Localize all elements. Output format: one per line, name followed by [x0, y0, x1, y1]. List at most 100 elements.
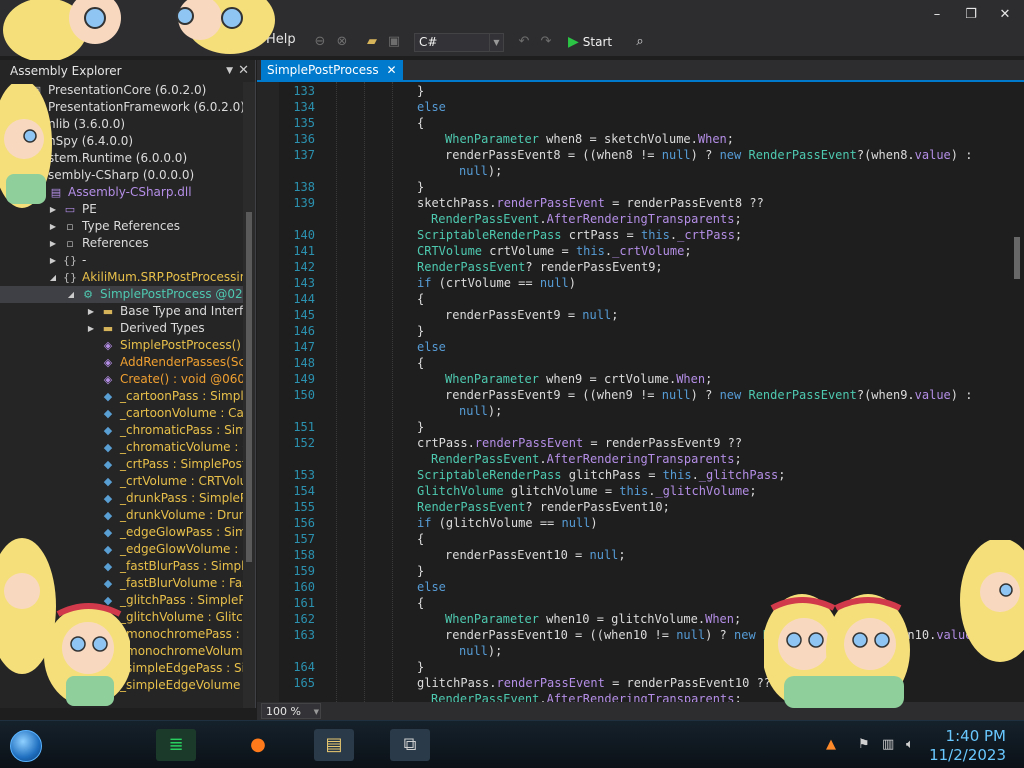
code-line[interactable]: 162 WhenParameter when10 = glitchVolume.W… [257, 611, 1017, 627]
tree-expander-icon[interactable]: ▶ [86, 320, 96, 337]
code-line[interactable]: 151} [257, 419, 1017, 435]
code-line[interactable]: 149 WhenParameter when9 = crtVolume.When; [257, 371, 1017, 387]
code-line[interactable]: 150 renderPassEvent9 = ((when9 != null) ?… [257, 387, 1017, 403]
code-line[interactable]: 147 else [257, 339, 1017, 355]
code-line[interactable]: 159} [257, 563, 1017, 579]
tree-item[interactable]: ▣ stem.Runtime (6.0.0.0) [0, 150, 244, 167]
file-explorer-icon[interactable]: ▤ [314, 729, 354, 761]
explorer-scrollbar[interactable] [243, 82, 255, 708]
tree-item[interactable]: ◆ _fastBlurPass : SimpleP [0, 558, 244, 575]
menu-help[interactable]: Help [266, 32, 296, 47]
tree-item[interactable]: ◈ AddRenderPasses(Scrip [0, 354, 244, 371]
save-icon[interactable]: ▣ [386, 34, 402, 50]
tree-expander-icon[interactable]: ▶ [48, 235, 58, 252]
notes-app-icon[interactable]: ≣ [156, 729, 196, 761]
code-line[interactable]: 135 { [257, 115, 1017, 131]
pin-dropdown-icon[interactable]: ▼ [226, 60, 233, 82]
code-line[interactable]: 137 renderPassEvent8 = ((when8 != null) ?… [257, 147, 1017, 163]
code-line[interactable]: 143 if (crtVolume == null) [257, 275, 1017, 291]
tree-item[interactable]: ▶ ▫ References [0, 235, 244, 252]
tree-item[interactable]: ◆ _monochromeVolume [0, 643, 244, 660]
tree-item[interactable]: ▣ nSpy (6.4.0.0) [0, 133, 244, 150]
network-icon[interactable]: ▥ [882, 737, 894, 752]
code-line[interactable]: 133} [257, 83, 1017, 99]
code-line[interactable]: 164} [257, 659, 1017, 675]
code-line[interactable]: 161 { [257, 595, 1017, 611]
tab-close-icon[interactable]: ✕ [387, 60, 397, 80]
firefox-icon[interactable]: ● [238, 729, 278, 761]
tree-item[interactable]: ◆ _monochromePass : Si [0, 626, 244, 643]
code-line[interactable]: 134 else [257, 99, 1017, 115]
tree-item[interactable]: ▶ ▬ Derived Types [0, 320, 244, 337]
tray-app-icon[interactable]: ▲ [826, 737, 836, 752]
volume-icon[interactable]: 🔈︎ [906, 737, 914, 752]
tree-expander-icon[interactable]: ◢ [66, 286, 76, 303]
tree-item[interactable]: ◆ _simpleEdgePass : Sim [0, 660, 244, 677]
code-line[interactable]: 140 ScriptableRenderPass crtPass = this._… [257, 227, 1017, 243]
tree-item[interactable]: ◆ _glitchPass : SimplePo [0, 592, 244, 609]
code-line[interactable]: 154 GlitchVolume glitchVolume = this._gli… [257, 483, 1017, 499]
start-button[interactable]: ▶ Start [568, 31, 612, 53]
code-line[interactable]: 141 CRTVolume crtVolume = this._crtVolume… [257, 243, 1017, 259]
search-icon[interactable]: ⌕ [632, 34, 648, 50]
code-line[interactable]: 158 renderPassEvent10 = null; [257, 547, 1017, 563]
close-icon[interactable]: ✕ [238, 60, 249, 82]
tree-item[interactable]: ◈ SimplePostProcess() : v [0, 337, 244, 354]
back-icon[interactable]: ⊖ [312, 34, 328, 50]
tree-expander-icon[interactable]: ▶ [48, 218, 58, 235]
code-line[interactable]: 139 sketchPass.renderPassEvent = renderPa… [257, 195, 1017, 211]
tree-item[interactable]: ▶ {} - [0, 252, 244, 269]
code-line[interactable]: 155 RenderPassEvent? renderPassEvent10; [257, 499, 1017, 515]
code-line[interactable]: 165 glitchPass.renderPassEvent = renderPa… [257, 675, 1017, 691]
close-window-button[interactable]: ✕ [990, 4, 1020, 26]
code-line[interactable]: RenderPassEvent.AfterRenderingTransparen… [257, 211, 1017, 227]
tree-item[interactable]: ▣ PresentationCore (6.0.2.0) [0, 82, 244, 99]
task-view-icon[interactable]: ⧉ [390, 729, 430, 761]
code-line[interactable]: 156 if (glitchVolume == null) [257, 515, 1017, 531]
clock[interactable]: 1:40 PM 11/2/2023 [929, 727, 1006, 765]
tree-item[interactable]: ◆ _edgeGlowPass : Simp [0, 524, 244, 541]
tree-item[interactable]: ◆ _crtVolume : CRTVolur [0, 473, 244, 490]
tree-item[interactable]: ◆ _glitchVolume : GlitchV [0, 609, 244, 626]
undo-icon[interactable]: ↶ [516, 34, 532, 50]
open-folder-icon[interactable]: ▰ [364, 34, 380, 50]
tree-item[interactable]: ◆ _simpleEdgeVolume : [0, 677, 244, 694]
start-orb-icon[interactable] [10, 730, 42, 762]
tree-item[interactable]: ◢ ⚙ SimplePostProcess @0200 [0, 286, 244, 303]
tree-item[interactable]: ◆ _edgeGlowVolume : Ec [0, 541, 244, 558]
tree-item[interactable]: ▶ ▫ Type References [0, 218, 244, 235]
tree-item[interactable]: ▣ PresentationFramework (6.0.2.0) [0, 99, 244, 116]
code-line[interactable]: 157 { [257, 531, 1017, 547]
code-line[interactable]: null); [257, 403, 1017, 419]
tree-item[interactable]: ◆ _chromaticPass : Simp [0, 422, 244, 439]
tree-expander-icon[interactable]: ▶ [48, 252, 58, 269]
tree-item[interactable]: ◈ Create() : void @06000 [0, 371, 244, 388]
tree-item[interactable]: ▶ ▬ Base Type and Interfac [0, 303, 244, 320]
minimize-button[interactable]: – [922, 4, 952, 26]
tree-item[interactable]: ◆ _crtPass : SimplePostP [0, 456, 244, 473]
tree-item[interactable]: ◆ _cartoonPass : SimpleP [0, 388, 244, 405]
tab-simplepostprocess[interactable]: SimplePostProcess ✕ [261, 60, 403, 80]
tree-item[interactable]: ◆ _chromaticVolume : C [0, 439, 244, 456]
code-line[interactable]: null); [257, 163, 1017, 179]
code-line[interactable]: RenderPassEvent.AfterRenderingTransparen… [257, 691, 1017, 702]
tree-item[interactable]: ▶ ▭ PE [0, 201, 244, 218]
tree-item[interactable]: ▣ nlib (3.6.0.0) [0, 116, 244, 133]
code-editor[interactable]: 133} 134 else 135{136 WhenParameter when8 = … [257, 82, 1024, 702]
code-line[interactable]: 144 { [257, 291, 1017, 307]
scrollbar-thumb[interactable] [246, 212, 252, 562]
code-line[interactable]: 152 crtPass.renderPassEvent = renderPassE… [257, 435, 1017, 451]
tree-expander-icon[interactable]: ◢ [34, 184, 44, 201]
code-line[interactable]: 148 { [257, 355, 1017, 371]
tree-item[interactable]: ◢ ▤ Assembly-CSharp.dll [0, 184, 244, 201]
zoom-select[interactable]: 100 % ▼ [261, 703, 321, 719]
maximize-button[interactable]: ❐ [956, 4, 986, 26]
code-line[interactable]: RenderPassEvent.AfterRenderingTransparen… [257, 451, 1017, 467]
flag-icon[interactable]: ⚑ [858, 737, 870, 752]
tree-item[interactable]: ▣ sembly-CSharp (0.0.0.0) [0, 167, 244, 184]
code-line[interactable]: 163 renderPassEvent10 = ((when10 != null)… [257, 627, 1017, 643]
forward-icon[interactable]: ⊗ [334, 34, 350, 50]
code-line[interactable]: 145 renderPassEvent9 = null; [257, 307, 1017, 323]
code-line[interactable]: 153 ScriptableRenderPass glitchPass = thi… [257, 467, 1017, 483]
tree-item[interactable]: ◆ _drunkPass : SimplePo [0, 490, 244, 507]
